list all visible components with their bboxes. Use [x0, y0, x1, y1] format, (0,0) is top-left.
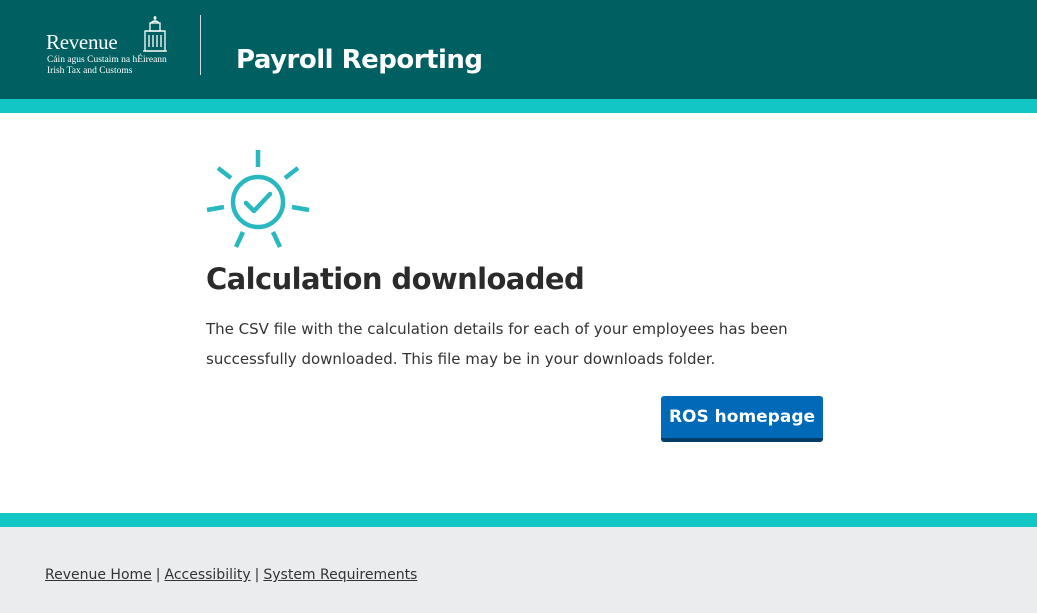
footer-link-revenue-home[interactable]: Revenue Home [45, 567, 152, 583]
confirmation-message: The CSV file with the calculation detail… [206, 320, 788, 368]
revenue-logo[interactable]: Revenue Cáin agus Custaim na hÉireann Ir… [46, 14, 176, 78]
confirmation-heading: Calculation downloaded [206, 262, 585, 296]
site-footer: Revenue Home | Accessibility | System Requir… [0, 527, 1037, 613]
footer-accent-stripe [0, 513, 1037, 527]
footer-separator: | [155, 567, 161, 583]
footer-link-system-requirements[interactable]: System Requirements [263, 567, 417, 583]
site-header: Revenue Cáin agus Custaim na hÉireann Ir… [0, 0, 1037, 99]
success-sun-check-icon [206, 150, 310, 248]
logo-name: Revenue [46, 30, 118, 54]
custom-house-emblem-icon [143, 16, 167, 52]
logo-irish-line: Cáin agus Custaim na hÉireann [47, 55, 167, 65]
logo-english-line: Irish Tax and Customs [47, 66, 133, 76]
page-app-title: Payroll Reporting [236, 45, 483, 75]
footer-link-accessibility[interactable]: Accessibility [164, 567, 250, 583]
header-divider [200, 15, 201, 75]
ros-homepage-button[interactable]: ROS homepage [661, 396, 823, 442]
header-accent-stripe [0, 99, 1037, 113]
footer-links: Revenue Home | Accessibility | System Requir… [45, 567, 417, 583]
footer-separator: | [254, 567, 260, 583]
